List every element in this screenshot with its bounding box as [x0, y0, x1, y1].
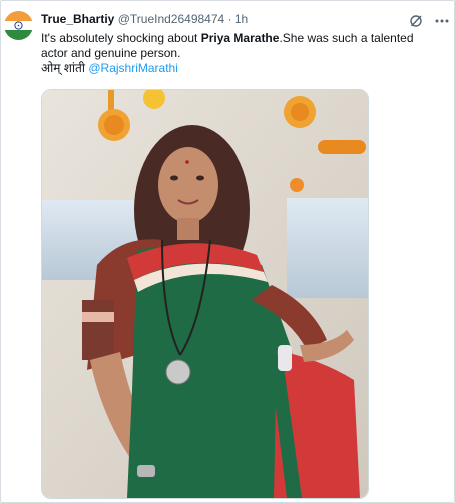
more-options-icon[interactable] — [434, 13, 450, 29]
mention-link[interactable]: @RajshriMarathi — [88, 61, 178, 75]
timestamp[interactable]: 1h — [235, 12, 248, 26]
display-name[interactable]: True_Bhartiy — [41, 12, 114, 26]
om-shanti-text: ओम् शांती — [41, 61, 89, 75]
indian-flag-avatar[interactable] — [4, 11, 33, 40]
tweet-card: True_Bhartiy @TrueInd26498474 · 1h It's … — [0, 0, 455, 503]
tweet-header: True_Bhartiy @TrueInd26498474 · 1h — [41, 11, 444, 29]
header-actions — [408, 13, 450, 29]
grok-icon[interactable] — [408, 13, 424, 29]
bold-name: Priya Marathe — [200, 31, 280, 45]
tweet-text: It's absolutely shocking about Priya Mar… — [41, 31, 441, 76]
user-handle[interactable]: @TrueInd26498474 — [118, 12, 224, 26]
separator-dot: · — [227, 12, 232, 26]
tweet-photo[interactable] — [41, 89, 369, 499]
tweet-text-prefix: It's absolutely shocking about — [41, 31, 201, 45]
